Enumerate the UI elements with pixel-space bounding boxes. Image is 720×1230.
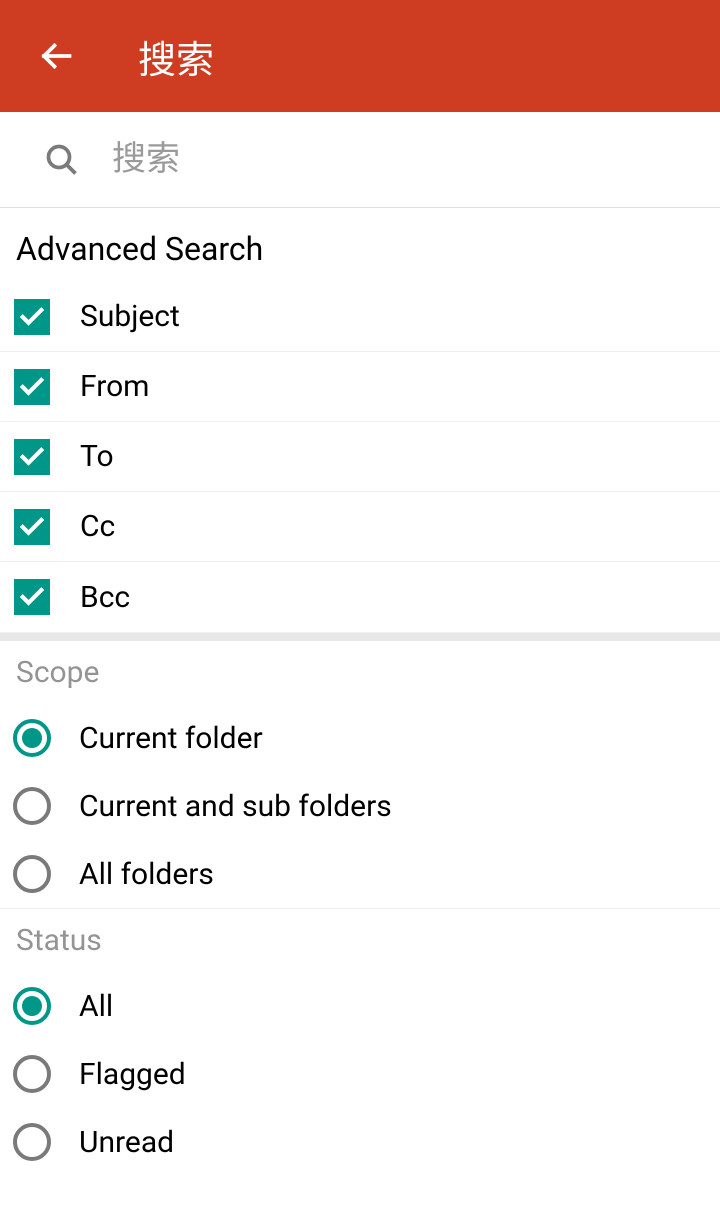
back-button[interactable] xyxy=(32,32,80,80)
radio-label-current-folder: Current folder xyxy=(79,721,263,756)
radio-row-status-all[interactable]: All xyxy=(0,972,720,1040)
radio-status-unread[interactable] xyxy=(13,1123,51,1161)
check-icon xyxy=(18,443,46,471)
radio-label-status-all: All xyxy=(79,989,113,1024)
scope-section: Scope Current folder Current and sub fol… xyxy=(0,641,720,909)
radio-row-status-unread[interactable]: Unread xyxy=(0,1108,720,1176)
radio-current-folder[interactable] xyxy=(13,719,51,757)
checkbox-row-subject[interactable]: Subject xyxy=(0,282,720,352)
radio-all-folders[interactable] xyxy=(13,855,51,893)
checkbox-bcc[interactable] xyxy=(14,579,50,615)
radio-label-status-unread: Unread xyxy=(79,1125,174,1160)
back-arrow-icon xyxy=(38,38,74,74)
checkbox-row-to[interactable]: To xyxy=(0,422,720,492)
radio-label-current-sub-folders: Current and sub folders xyxy=(79,789,392,824)
radio-current-sub-folders[interactable] xyxy=(13,787,51,825)
radio-row-current-sub-folders[interactable]: Current and sub folders xyxy=(0,772,720,840)
checkbox-label-subject: Subject xyxy=(80,299,180,334)
checkbox-label-to: To xyxy=(80,439,114,474)
checkbox-cc[interactable] xyxy=(14,509,50,545)
status-title: Status xyxy=(0,909,720,972)
page-title: 搜索 xyxy=(138,29,214,84)
advanced-fields-section: Subject From To Cc Bcc xyxy=(0,282,720,633)
check-icon xyxy=(18,513,46,541)
radio-row-current-folder[interactable]: Current folder xyxy=(0,704,720,772)
checkbox-row-cc[interactable]: Cc xyxy=(0,492,720,562)
search-bar xyxy=(0,112,720,208)
checkbox-to[interactable] xyxy=(14,439,50,475)
search-input[interactable] xyxy=(112,112,720,207)
radio-status-all[interactable] xyxy=(13,987,51,1025)
radio-status-flagged[interactable] xyxy=(13,1055,51,1093)
check-icon xyxy=(18,303,46,331)
radio-label-all-folders: All folders xyxy=(79,857,214,892)
radio-label-status-flagged: Flagged xyxy=(79,1057,186,1092)
checkbox-label-from: From xyxy=(80,369,150,404)
scope-title: Scope xyxy=(0,641,720,704)
checkbox-subject[interactable] xyxy=(14,299,50,335)
check-icon xyxy=(18,373,46,401)
check-icon xyxy=(18,583,46,611)
checkbox-row-from[interactable]: From xyxy=(0,352,720,422)
section-divider xyxy=(0,633,720,641)
checkbox-label-bcc: Bcc xyxy=(80,580,130,615)
radio-row-all-folders[interactable]: All folders xyxy=(0,840,720,908)
checkbox-from[interactable] xyxy=(14,369,50,405)
checkbox-label-cc: Cc xyxy=(80,509,115,544)
app-header: 搜索 xyxy=(0,0,720,112)
radio-row-status-flagged[interactable]: Flagged xyxy=(0,1040,720,1108)
advanced-search-title: Advanced Search xyxy=(0,208,720,282)
status-section: Status All Flagged Unread xyxy=(0,909,720,1176)
checkbox-row-bcc[interactable]: Bcc xyxy=(0,562,720,632)
search-icon xyxy=(44,142,80,178)
